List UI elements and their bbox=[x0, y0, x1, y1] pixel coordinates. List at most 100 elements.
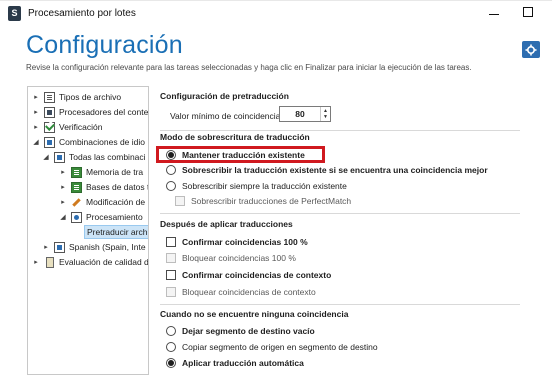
collapse-icon[interactable]: ◢ bbox=[32, 138, 40, 146]
option-label: Confirmar coincidencias 100 % bbox=[182, 237, 308, 247]
pretranslation-heading: Configuración de pretraducción bbox=[160, 91, 289, 101]
option-label: Bloquear coincidencias 100 % bbox=[182, 253, 296, 263]
tree-item-label: Pretraducir arch bbox=[87, 227, 148, 237]
tree-item-file-types[interactable]: ▸ Tipos de archivo bbox=[32, 90, 121, 104]
gear-icon bbox=[71, 211, 82, 223]
tree-item-label: Modificación de bbox=[86, 197, 146, 207]
radio-leave-empty[interactable]: Dejar segmento de destino vacío bbox=[166, 324, 315, 338]
tree-item-label: Evaluación de calidad d bbox=[59, 257, 149, 267]
page-description: Revise la configuración relevante para l… bbox=[26, 63, 472, 72]
processor-icon bbox=[44, 106, 55, 118]
gear-icon bbox=[525, 44, 537, 55]
tree-item-spanish[interactable]: ▸ Spanish (Spain, Inte bbox=[42, 240, 146, 254]
tree-item-label: Spanish (Spain, Inte bbox=[69, 242, 146, 252]
checkbox[interactable] bbox=[166, 287, 176, 297]
radio-overwrite-better[interactable]: Sobrescribir la traducción existente si … bbox=[166, 163, 488, 177]
no-match-heading: Cuando no se encuentre ninguna coinciden… bbox=[160, 309, 349, 319]
option-label: Sobrescribir siempre la traducción exist… bbox=[182, 181, 347, 191]
expand-icon[interactable]: ▸ bbox=[32, 123, 40, 131]
tree-item-verification[interactable]: ▸ Verificación bbox=[32, 120, 102, 134]
qa-icon bbox=[44, 256, 55, 268]
radio-button[interactable] bbox=[166, 181, 176, 191]
wrench-icon bbox=[71, 196, 82, 208]
window-title: Procesamiento por lotes bbox=[28, 8, 136, 19]
stepper-arrows[interactable]: ▲ ▼ bbox=[320, 107, 330, 121]
checkbox-confirm-context[interactable]: Confirmar coincidencias de contexto bbox=[166, 268, 331, 282]
language-pairs-icon bbox=[44, 136, 55, 148]
file-types-icon bbox=[44, 91, 55, 103]
translation-memory-icon bbox=[71, 166, 82, 178]
radio-apply-mt[interactable]: Aplicar traducción automática bbox=[166, 356, 304, 370]
radio-button[interactable] bbox=[166, 342, 176, 352]
tree-item-label: Combinaciones de idio bbox=[59, 137, 145, 147]
settings-button[interactable] bbox=[522, 41, 540, 58]
checkbox-overwrite-perfectmatch[interactable]: Sobrescribir traducciones de PerfectMatc… bbox=[175, 194, 351, 208]
radio-button[interactable] bbox=[166, 326, 176, 336]
separator bbox=[160, 130, 520, 131]
tree-item-label: Procesamiento bbox=[86, 212, 143, 222]
collapse-icon[interactable]: ◢ bbox=[42, 153, 50, 161]
checkbox[interactable] bbox=[175, 196, 185, 206]
verification-icon bbox=[44, 121, 55, 133]
min-match-stepper[interactable]: 80 ▲ ▼ bbox=[279, 106, 331, 122]
all-pairs-icon bbox=[54, 151, 65, 163]
checkbox[interactable] bbox=[166, 237, 176, 247]
after-apply-heading: Después de aplicar traducciones bbox=[160, 219, 293, 229]
tree-item-pretranslate[interactable]: Pretraducir arch bbox=[84, 225, 148, 239]
radio-button[interactable] bbox=[166, 165, 176, 175]
termbase-icon bbox=[71, 181, 82, 193]
expand-icon[interactable]: ▸ bbox=[59, 198, 67, 206]
expand-icon[interactable]: ▸ bbox=[59, 168, 67, 176]
settings-tree[interactable]: ▸ Tipos de archivo ▸ Procesadores del co… bbox=[27, 86, 149, 375]
checkbox-confirm-100[interactable]: Confirmar coincidencias 100 % bbox=[166, 235, 308, 249]
min-match-value[interactable]: 80 bbox=[280, 109, 320, 119]
collapse-icon[interactable]: ◢ bbox=[59, 213, 67, 221]
tree-item-label: Bases de datos t bbox=[86, 182, 149, 192]
option-label: Dejar segmento de destino vacío bbox=[182, 326, 315, 336]
tree-item-termbases[interactable]: ▸ Bases de datos t bbox=[59, 180, 149, 194]
tree-item-all-pairs[interactable]: ◢ Todas las combinaci bbox=[42, 150, 146, 164]
checkbox[interactable] bbox=[166, 270, 176, 280]
tree-item-language-pairs[interactable]: ◢ Combinaciones de idio bbox=[32, 135, 145, 149]
checkbox-lock-context[interactable]: Bloquear coincidencias de contexto bbox=[166, 285, 316, 299]
title-bar: S Procesamiento por lotes bbox=[0, 0, 552, 28]
radio-copy-source[interactable]: Copiar segmento de origen en segmento de… bbox=[166, 340, 378, 354]
tree-item-label: Memoria de tra bbox=[86, 167, 144, 177]
top-rule bbox=[0, 0, 552, 1]
option-label: Bloquear coincidencias de contexto bbox=[182, 287, 316, 297]
page-title: Configuración bbox=[26, 31, 183, 59]
minimize-icon[interactable] bbox=[487, 6, 501, 20]
checkbox[interactable] bbox=[166, 253, 176, 263]
app-icon: S bbox=[8, 6, 21, 21]
radio-overwrite-always[interactable]: Sobrescribir siempre la traducción exist… bbox=[166, 179, 347, 193]
tree-item-processors[interactable]: ▸ Procesadores del conte bbox=[32, 105, 148, 119]
min-match-label: Valor mínimo de coincidencia: bbox=[170, 111, 283, 121]
expand-icon[interactable]: ▸ bbox=[42, 243, 50, 251]
tree-item-label: Verificación bbox=[59, 122, 103, 132]
checkbox-lock-100[interactable]: Bloquear coincidencias 100 % bbox=[166, 251, 296, 265]
down-arrow-icon[interactable]: ▼ bbox=[323, 114, 328, 120]
expand-icon[interactable]: ▸ bbox=[32, 258, 40, 266]
radio-button-selected[interactable] bbox=[166, 358, 176, 368]
separator bbox=[160, 304, 520, 305]
selected-tree-item[interactable]: Pretraducir arch bbox=[84, 225, 148, 239]
separator bbox=[160, 213, 520, 214]
option-label: Copiar segmento de origen en segmento de… bbox=[182, 342, 378, 352]
expand-icon[interactable]: ▸ bbox=[32, 93, 40, 101]
maximize-icon[interactable] bbox=[523, 7, 533, 17]
expand-icon[interactable]: ▸ bbox=[59, 183, 67, 191]
option-label: Aplicar traducción automática bbox=[182, 358, 304, 368]
tree-item-quality-evaluation[interactable]: ▸ Evaluación de calidad d bbox=[32, 255, 149, 269]
tree-item-modification[interactable]: ▸ Modificación de bbox=[59, 195, 145, 209]
highlight-annotation bbox=[156, 146, 325, 163]
overwrite-heading: Modo de sobrescritura de traducción bbox=[160, 132, 310, 142]
tree-item-processing[interactable]: ◢ Procesamiento bbox=[59, 210, 143, 224]
option-label: Sobrescribir traducciones de PerfectMatc… bbox=[191, 196, 352, 206]
tree-item-label: Tipos de archivo bbox=[59, 92, 122, 102]
language-icon bbox=[54, 241, 65, 253]
tree-item-label: Procesadores del conte bbox=[59, 107, 149, 117]
expand-icon[interactable]: ▸ bbox=[32, 108, 40, 116]
option-label: Confirmar coincidencias de contexto bbox=[182, 270, 332, 280]
tree-item-translation-memory[interactable]: ▸ Memoria de tra bbox=[59, 165, 143, 179]
option-label: Sobrescribir la traducción existente si … bbox=[182, 165, 488, 175]
